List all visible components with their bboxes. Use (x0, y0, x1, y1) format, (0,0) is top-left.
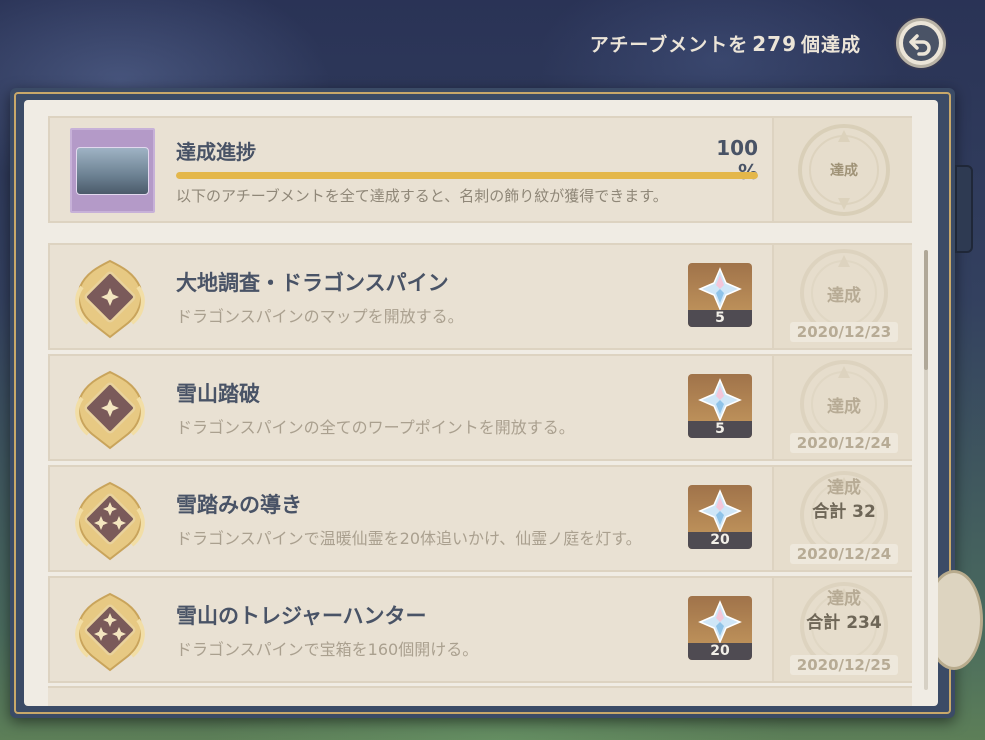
achievement-title: 大地調査・ドラゴンスパイン (176, 271, 449, 295)
completion-stamp: 達成 2020/12/24 (772, 356, 912, 459)
completion-status: 達成 (827, 589, 861, 609)
category-progress-card: 達成進捗 100 % 以下のアチーブメントを全て達成すると、名刺の飾り紋が獲得で… (48, 116, 912, 223)
completion-date: 2020/12/23 (790, 322, 898, 342)
list-scrollbar[interactable] (924, 250, 928, 690)
primogem-icon (698, 378, 742, 422)
progress-stamp: 達成 (772, 118, 912, 221)
achievement-title: 雪山踏破 (176, 382, 260, 406)
achievement-description: ドラゴンスパインのマップを開放する。 (176, 307, 464, 326)
achievement-item[interactable]: 大地調査・ドラゴンスパイン ドラゴンスパインのマップを開放する。 5 達成 20… (48, 243, 912, 350)
progress-title: 達成進捗 (176, 140, 256, 164)
reward-count: 20 (688, 532, 752, 549)
achievement-title: 雪踏みの導き (176, 493, 302, 517)
achievement-title: 雪山のトレジャーハンター (176, 604, 427, 628)
completion-total: 合計 32 (812, 502, 876, 522)
achievement-description: ドラゴンスパインの全てのワープポイントを開放する。 (176, 418, 575, 437)
achievement-badge-icon (75, 592, 145, 672)
primogem-icon (698, 600, 742, 644)
completion-status: 達成 (827, 286, 861, 306)
completion-status: 達成 (827, 478, 861, 498)
completion-stamp: 達成 2020/12/23 (772, 245, 912, 348)
achievement-count: 279 (752, 32, 797, 56)
reward-count: 5 (688, 310, 752, 327)
header-prefix: アチーブメントを (589, 34, 749, 56)
achievement-badge-icon (75, 370, 145, 450)
achievement-badge-icon (75, 481, 145, 561)
completion-date: 2020/12/24 (790, 544, 898, 564)
primogem-icon (698, 489, 742, 533)
header-suffix: 個達成 (800, 34, 861, 56)
achievement-description: ドラゴンスパインで温暖仙霊を20体追いかけ、仙霊ノ庭を灯す。 (176, 529, 642, 548)
completion-status: 達成 (827, 397, 861, 417)
progress-bar-fill (176, 172, 758, 179)
achievement-item[interactable]: 雪山のトレジャーハンター ドラゴンスパインで宝箱を160個開ける。 20 達成 … (48, 576, 912, 683)
progress-description: 以下のアチーブメントを全て達成すると、名刺の飾り紋が獲得できます。 (176, 187, 668, 205)
next-card-peek (48, 686, 912, 706)
achievement-item[interactable]: 雪山踏破 ドラゴンスパインの全てのワープポイントを開放する。 5 達成 2020… (48, 354, 912, 461)
progress-bar (176, 172, 758, 179)
back-arrow-icon (903, 25, 939, 61)
completion-stamp: 達成 合計 32 2020/12/24 (772, 467, 912, 570)
back-button[interactable] (896, 18, 946, 68)
completion-stamp: 達成 合計 234 2020/12/25 (772, 578, 912, 681)
completion-date: 2020/12/25 (790, 655, 898, 675)
achievement-item[interactable]: 雪踏みの導き ドラゴンスパインで温暖仙霊を20体追いかけ、仙霊ノ庭を灯す。 20… (48, 465, 912, 572)
achievement-badge-icon (75, 259, 145, 339)
reward-count: 5 (688, 421, 752, 438)
completion-date: 2020/12/24 (790, 433, 898, 453)
primogem-reward: 20 (688, 596, 752, 660)
achievement-count-header: アチーブメントを 279 個達成 (590, 30, 861, 57)
primogem-reward: 20 (688, 485, 752, 549)
primogem-reward: 5 (688, 263, 752, 327)
achievement-description: ドラゴンスパインで宝箱を160個開ける。 (176, 640, 479, 659)
primogem-reward: 5 (688, 374, 752, 438)
book-side-tab[interactable] (955, 165, 973, 253)
primogem-icon (698, 267, 742, 311)
completion-total: 合計 234 (806, 613, 882, 633)
reward-count: 20 (688, 643, 752, 660)
namecard-thumbnail (70, 128, 155, 213)
progress-stamp-label: 達成 (830, 163, 858, 179)
scrollbar-thumb[interactable] (924, 250, 928, 370)
dragonspine-image (76, 146, 149, 195)
